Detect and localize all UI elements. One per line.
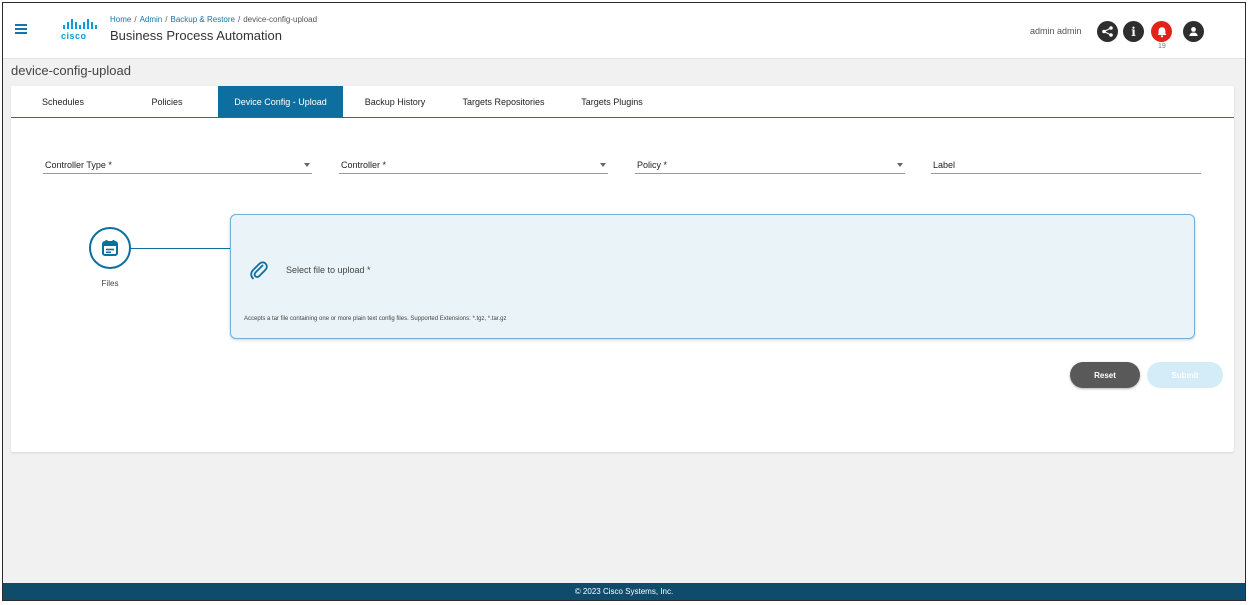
tab-bar: Schedules Policies Device Config - Uploa… <box>11 86 1234 118</box>
user-name[interactable]: admin admin <box>1030 26 1082 36</box>
controller-select[interactable]: Controller * <box>339 148 608 174</box>
app-title: Business Process Automation <box>110 28 282 43</box>
reset-button[interactable]: Reset <box>1070 362 1140 388</box>
breadcrumb-backup-restore[interactable]: Backup & Restore <box>171 15 235 24</box>
bell-icon[interactable] <box>1151 21 1172 42</box>
files-step-label: Files <box>101 279 119 288</box>
user-icon[interactable] <box>1183 21 1204 42</box>
calendar-icon <box>102 240 118 256</box>
footer-copyright: © 2023 Cisco Systems, Inc. <box>574 587 674 596</box>
top-header: cisco Home / Admin / Backup & Restore / device… <box>3 3 1245 59</box>
chevron-down-icon <box>600 163 606 167</box>
policy-select[interactable]: Policy * <box>635 148 905 174</box>
info-icon[interactable]: i <box>1123 21 1144 42</box>
footer: © 2023 Cisco Systems, Inc. <box>3 583 1245 600</box>
label-field-label: Label <box>933 160 956 170</box>
tab-device-config-upload[interactable]: Device Config - Upload <box>218 86 343 117</box>
share-icon[interactable] <box>1097 21 1118 42</box>
submit-button[interactable]: Submit <box>1147 362 1223 388</box>
files-step-indicator <box>89 227 131 269</box>
select-file-text[interactable]: Select file to upload * <box>286 265 371 275</box>
tab-targets-plugins[interactable]: Targets Plugins <box>568 86 656 117</box>
controller-label: Controller * <box>341 160 387 170</box>
breadcrumb: Home / Admin / Backup & Restore / device-confi… <box>110 15 318 24</box>
logo-text: cisco <box>61 31 87 41</box>
cisco-logo: cisco <box>61 19 101 45</box>
chevron-down-icon <box>897 163 903 167</box>
breadcrumb-home[interactable]: Home <box>110 15 131 24</box>
chevron-down-icon <box>304 163 310 167</box>
tab-targets-repositories[interactable]: Targets Repositories <box>451 86 556 117</box>
tab-schedules[interactable]: Schedules <box>19 86 107 117</box>
content-card: Schedules Policies Device Config - Uploa… <box>11 86 1234 452</box>
breadcrumb-current: device-config-upload <box>243 15 318 24</box>
accept-hint-text: Accepts a tar file containing one or mor… <box>244 316 507 322</box>
step-connector <box>131 248 231 249</box>
label-input[interactable]: Label <box>931 148 1201 174</box>
policy-label: Policy * <box>637 160 668 170</box>
app-window: cisco Home / Admin / Backup & Restore / device… <box>2 2 1246 601</box>
controller-type-select[interactable]: Controller Type * <box>43 148 312 174</box>
file-upload-dropzone[interactable]: Select file to upload * Accepts a tar fi… <box>230 214 1195 339</box>
page-title: device-config-upload <box>11 63 131 78</box>
notification-count: 19 <box>1158 43 1166 50</box>
tab-policies[interactable]: Policies <box>123 86 211 117</box>
breadcrumb-admin[interactable]: Admin <box>140 15 163 24</box>
menu-icon[interactable] <box>15 24 27 34</box>
controller-type-label: Controller Type * <box>45 160 112 170</box>
paperclip-icon <box>250 261 268 280</box>
tab-backup-history[interactable]: Backup History <box>351 86 439 117</box>
